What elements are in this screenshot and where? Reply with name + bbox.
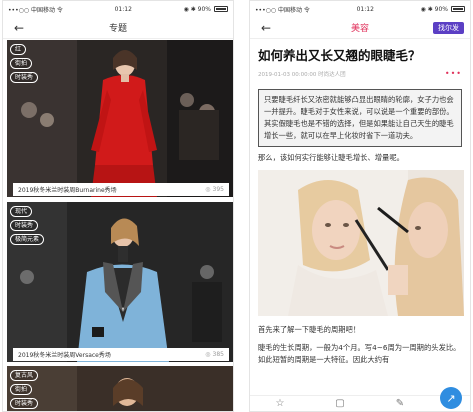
runway-photo-third — [7, 366, 233, 411]
tag-chip[interactable]: 现代 — [10, 206, 33, 217]
article-paragraph: 首先来了解一下睫毛的周期吧！ — [258, 325, 361, 334]
runway-photo-red-dress — [7, 40, 233, 197]
status-time: 01:12 — [114, 5, 132, 13]
battery-text: ◉ ✱ 90% — [183, 5, 211, 13]
nav-action-button[interactable]: 找尔发 — [433, 22, 464, 34]
tag-chip[interactable]: 时装秀 — [10, 398, 39, 409]
battery-text: ◉ ✱ 90% — [420, 5, 448, 13]
eye-icon: ◎ — [205, 351, 211, 358]
tag-list: 红 街拍 时装秀 — [10, 44, 39, 83]
category-title: 美容 — [350, 24, 369, 34]
tag-chip[interactable]: 时装秀 — [10, 72, 39, 83]
woman-applying-mascara-image — [258, 170, 464, 316]
article-toolbar: ☆ ▢ ✎ — [250, 395, 470, 411]
status-bar: •••○○ 中国移动 令 01:12 ◉ ✱ 90% — [3, 1, 233, 17]
card-caption: 2019秋冬米兰时装周Burnarine秀场 ◎ 395 — [13, 183, 229, 196]
topic-feed-screen: •••○○ 中国移动 令 01:12 ◉ ✱ 90% ← 专题 红 街拍 时装秀… — [2, 0, 234, 412]
carrier-text: •••○○ 中国移动 令 — [8, 6, 63, 14]
share-icon[interactable]: ↗ — [440, 387, 462, 409]
tag-chip[interactable]: 红 — [10, 44, 27, 55]
battery-icon — [214, 6, 228, 12]
back-arrow-icon[interactable]: ← — [11, 21, 27, 35]
comment-icon[interactable]: ▢ — [334, 398, 346, 410]
page-title: 专题 — [108, 24, 127, 34]
article-quote-box: 只要睫毛纤长又浓密就能够凸显出眼睛的轮廓，女子力也会一并提升。睫毛对于女性来说，… — [258, 89, 462, 147]
tag-chip[interactable]: 复古风 — [10, 370, 39, 381]
topic-card-1[interactable]: 红 街拍 时装秀 2019秋冬米兰时装周Burnarine秀场 ◎ 395 — [7, 40, 233, 197]
more-icon[interactable]: ••• — [445, 69, 462, 78]
article-paragraph: 那么，该如何实行能够让睫毛增长、增量呢。 — [258, 153, 404, 162]
tag-chip[interactable]: 时装秀 — [10, 220, 39, 231]
edit-icon[interactable]: ✎ — [394, 398, 406, 410]
article-screen: •••○○ 中国移动 令 01:12 ◉ ✱ 90% ← 美容 找尔发 如何养出… — [249, 0, 471, 412]
tag-chip[interactable]: 街拍 — [10, 58, 33, 69]
article-title: 如何养出又长又翘的眼睫毛？ — [258, 48, 421, 63]
topic-card-2[interactable]: 现代 时装秀 极简元素 2019秋冬米兰时装周Versace秀场 ◎ 385 — [7, 202, 233, 362]
tag-list: 现代 时装秀 极简元素 — [10, 206, 45, 245]
card-title: 2019秋冬米兰时装周Burnarine秀场 — [18, 187, 117, 194]
card-title: 2019秋冬米兰时装周Versace秀场 — [18, 352, 111, 359]
tag-chip[interactable]: 极简元素 — [10, 234, 45, 245]
topic-card-3[interactable]: 复古风 街拍 时装秀 — [7, 366, 233, 411]
eye-icon: ◎ — [205, 186, 211, 193]
carrier-text: •••○○ 中国移动 令 — [255, 6, 310, 14]
tag-chip[interactable]: 街拍 — [10, 384, 33, 395]
article-date-author: 2019-01-03 00:00:00 时尚达人团 — [258, 71, 346, 78]
status-bar: •••○○ 中国移动 令 01:12 ◉ ✱ 90% — [250, 1, 470, 17]
card-caption: 2019秋冬米兰时装周Versace秀场 ◎ 385 — [13, 348, 229, 361]
nav-bar: ← 专题 — [3, 17, 233, 39]
view-count: 395 — [212, 186, 224, 193]
tag-list: 复古风 街拍 时装秀 — [10, 370, 39, 409]
status-time: 01:12 — [356, 5, 374, 13]
back-arrow-icon[interactable]: ← — [258, 21, 274, 35]
article-meta: 2019-01-03 00:00:00 时尚达人团 ••• — [250, 64, 470, 83]
nav-bar: ← 美容 找尔发 — [250, 17, 470, 39]
battery-icon — [451, 6, 465, 12]
article-image — [258, 170, 464, 316]
article-paragraph: 睫毛的生长周期，一般为4个月。写4~6周为一周期的头发比。如此短暂的周期是一大特… — [258, 343, 461, 364]
view-count: 385 — [212, 351, 224, 358]
star-icon[interactable]: ☆ — [274, 398, 286, 410]
